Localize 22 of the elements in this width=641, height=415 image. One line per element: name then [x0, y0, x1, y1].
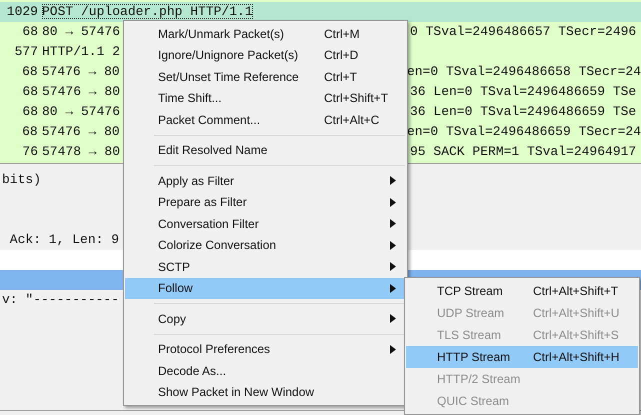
info-cell: 57476 → 80 — [42, 124, 120, 139]
info-cell-text: 36 Len=0 TSval=2496486659 TSe — [410, 103, 636, 121]
info-cell: 57476 → 80 — [42, 64, 120, 79]
length-cell-text: 1029 — [6, 3, 38, 21]
info-cell: 57476 → 80 — [42, 84, 120, 99]
length-cell-text: 76 — [21, 143, 38, 161]
info-cell-text: 0 TSval=2496486657 TSecr=2496 — [410, 23, 636, 41]
length-cell-text: 68 — [21, 103, 38, 121]
length-cell-text: 68 — [21, 63, 38, 81]
info-cell-text: en=0 TSval=2496486659 TSecr=24 — [406, 123, 641, 141]
length-cell-text: 68 — [21, 83, 38, 101]
info-cell-text: 95 SACK PERM=1 TSval=24964917 — [410, 143, 636, 161]
length-cell-text: 68 — [21, 123, 38, 141]
info-cell: HTTP/1.1 2 — [42, 44, 120, 59]
info-cell: 80 → 57476 — [42, 104, 120, 119]
info-cell-text: en=0 TSval=2496486658 TSecr=24 — [406, 63, 641, 81]
info-cell: POST /uploader.php HTTP/1.1 — [42, 4, 253, 19]
info-cell-text: 36 Len=0 TSval=2496486659 TSe — [410, 83, 636, 101]
length-cell-text: 577 — [14, 43, 38, 61]
length-cell-text: 68 — [21, 23, 38, 41]
info-cell: 57478 → 80 — [42, 144, 120, 159]
info-cell: 80 → 57476 — [42, 24, 120, 39]
